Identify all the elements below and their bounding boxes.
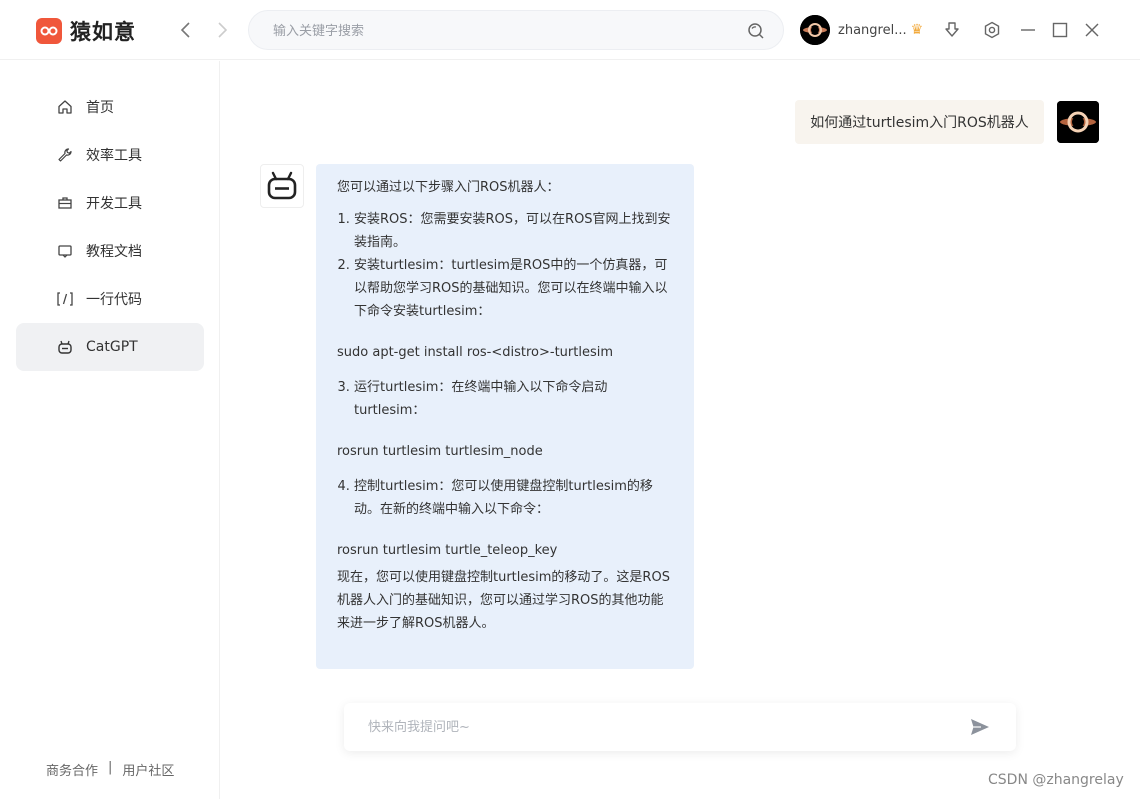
download-icon: [945, 22, 959, 37]
user-avatar: [1057, 101, 1099, 143]
sidebar-item-catgpt[interactable]: CatGPT: [16, 323, 204, 371]
bot-avatar: [260, 164, 304, 208]
sidebar-item-efficiency-tools[interactable]: 效率工具: [16, 131, 204, 179]
chevron-right-icon: [218, 22, 228, 38]
toolbox-icon: [56, 194, 74, 212]
sidebar-item-one-line-code[interactable]: 一行代码: [16, 275, 204, 323]
logo-icon: [36, 18, 62, 44]
wrench-icon: [56, 146, 74, 164]
step-list: 运行turtlesim：在终端中输入以下命令启动turtlesim：: [337, 376, 673, 422]
close-button[interactable]: [1081, 19, 1103, 41]
user-message-bubble: 如何通过turtlesim入门ROS机器人: [795, 100, 1044, 144]
command-install: sudo apt-get install ros-<distro>-turtle…: [337, 345, 614, 360]
footer-separator: |: [108, 760, 113, 775]
step-list: 安装ROS：您需要安装ROS，可以在ROS官网上找到安装指南。 安装turtle…: [337, 208, 673, 323]
download-button[interactable]: [941, 19, 963, 41]
search-input[interactable]: [273, 20, 733, 42]
send-icon[interactable]: [970, 717, 990, 737]
robot-icon: [56, 338, 74, 356]
minimize-icon: [1021, 29, 1035, 31]
sidebar-item-label: 教程文档: [86, 244, 142, 260]
step-4: 控制turtlesim：您可以使用键盘控制turtlesim的移动。在新的终端中…: [354, 475, 673, 521]
gear-icon: [984, 21, 1000, 39]
sidebar-item-dev-tools[interactable]: 开发工具: [16, 179, 204, 227]
community-link[interactable]: 用户社区: [122, 760, 174, 779]
sidebar-item-label: 一行代码: [86, 292, 142, 308]
step-3: 运行turtlesim：在终端中输入以下命令启动turtlesim：: [354, 376, 673, 422]
message-input[interactable]: [368, 716, 948, 738]
step-list: 控制turtlesim：您可以使用键盘控制turtlesim的移动。在新的终端中…: [337, 475, 673, 521]
maximize-button[interactable]: [1049, 19, 1071, 41]
command-run-node: rosrun turtlesim turtlesim_node: [337, 444, 543, 459]
bot-outro: 现在，您可以使用键盘控制turtlesim的移动了。这是ROS机器人入门的基础知…: [337, 570, 670, 631]
app-logo[interactable]: 猿如意: [36, 16, 136, 46]
sidebar-item-label: 开发工具: [86, 196, 142, 212]
top-bar: 猿如意 zhangrel... ♛: [0, 0, 1140, 60]
monitor-icon: [56, 242, 74, 260]
close-icon: [1085, 23, 1099, 37]
business-link[interactable]: 商务合作: [46, 760, 98, 779]
bot-message-bubble: 您可以通过以下步骤入门ROS机器人： 安装ROS：您需要安装ROS，可以在ROS…: [316, 164, 694, 669]
app-name: 猿如意: [70, 20, 136, 44]
chevron-left-icon: [180, 22, 190, 38]
minimize-button[interactable]: [1017, 19, 1039, 41]
vip-crown-icon: ♛: [910, 22, 924, 38]
maximize-icon: [1052, 22, 1068, 38]
user-message-text: 如何通过turtlesim入门ROS机器人: [810, 115, 1029, 131]
sidebar-item-label: CatGPT: [86, 339, 138, 355]
command-teleop: rosrun turtlesim turtle_teleop_key: [337, 543, 558, 558]
forward-button[interactable]: [212, 20, 232, 40]
sidebar-item-tutorials[interactable]: 教程文档: [16, 227, 204, 275]
back-button[interactable]: [176, 20, 196, 40]
settings-button[interactable]: [981, 19, 1003, 41]
watermark: CSDN @zhangrelay: [988, 772, 1124, 788]
sidebar-item-label: 首页: [86, 100, 114, 116]
avatar: [800, 15, 830, 45]
step-2: 安装turtlesim：turtlesim是ROS中的一个仿真器，可以帮助您学习…: [354, 254, 673, 323]
sidebar: 首页 效率工具 开发工具 教程文档 一行代码 CatGPT 商务合作 | 用户社…: [0, 61, 220, 799]
robot-icon: [267, 171, 297, 200]
step-1: 安装ROS：您需要安装ROS，可以在ROS官网上找到安装指南。: [354, 208, 673, 254]
user-profile[interactable]: zhangrel... ♛: [800, 15, 923, 45]
sidebar-footer: 商务合作 | 用户社区: [46, 760, 174, 779]
search-box: [248, 10, 784, 50]
code-brackets-icon: [56, 290, 74, 308]
search-icon[interactable]: [747, 22, 765, 40]
username: zhangrel...: [838, 22, 907, 38]
sidebar-item-home[interactable]: 首页: [16, 83, 204, 131]
sidebar-item-label: 效率工具: [86, 148, 142, 164]
home-icon: [56, 98, 74, 116]
bot-intro: 您可以通过以下步骤入门ROS机器人：: [337, 180, 560, 195]
message-composer: [344, 703, 1016, 751]
